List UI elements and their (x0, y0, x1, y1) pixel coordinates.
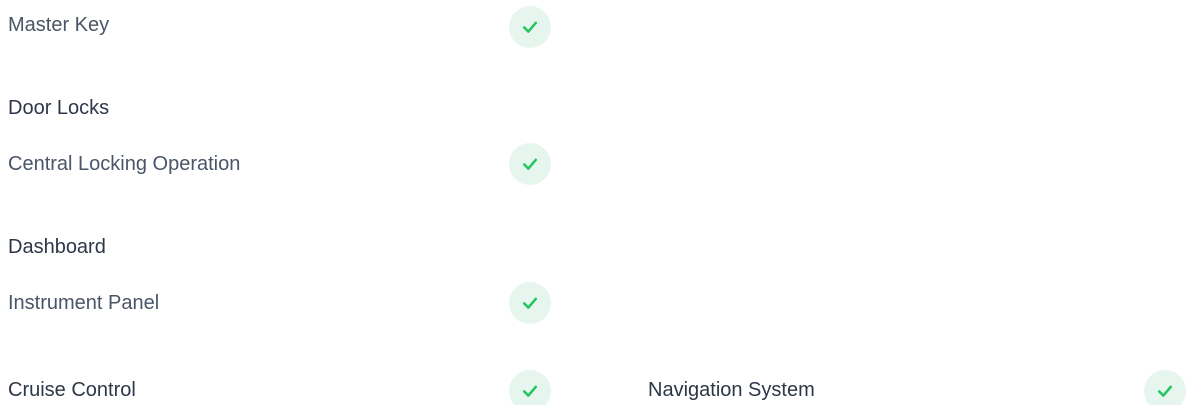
check-icon (522, 385, 538, 397)
section-heading-door-locks: Door Locks (8, 97, 110, 119)
instrument-panel-status (509, 282, 551, 324)
check-icon (522, 297, 538, 309)
check-icon (1157, 385, 1173, 397)
item-label-instrument-panel: Instrument Panel (8, 292, 160, 314)
item-label-cruise-control: Cruise Control (8, 379, 136, 401)
item-label-navigation-system: Navigation System (648, 379, 815, 401)
check-icon (522, 158, 538, 170)
cruise-control-status (509, 370, 551, 405)
check-icon (522, 21, 538, 33)
item-label-master-key: Master Key (8, 14, 110, 36)
navigation-system-status (1144, 370, 1186, 405)
master-key-status (509, 6, 551, 48)
section-heading-dashboard: Dashboard (8, 236, 106, 258)
central-locking-operation-status (509, 143, 551, 185)
inspection-checklist: Master Key Door Locks Central Locking Op… (0, 0, 1199, 405)
item-label-central-locking-operation: Central Locking Operation (8, 153, 241, 175)
